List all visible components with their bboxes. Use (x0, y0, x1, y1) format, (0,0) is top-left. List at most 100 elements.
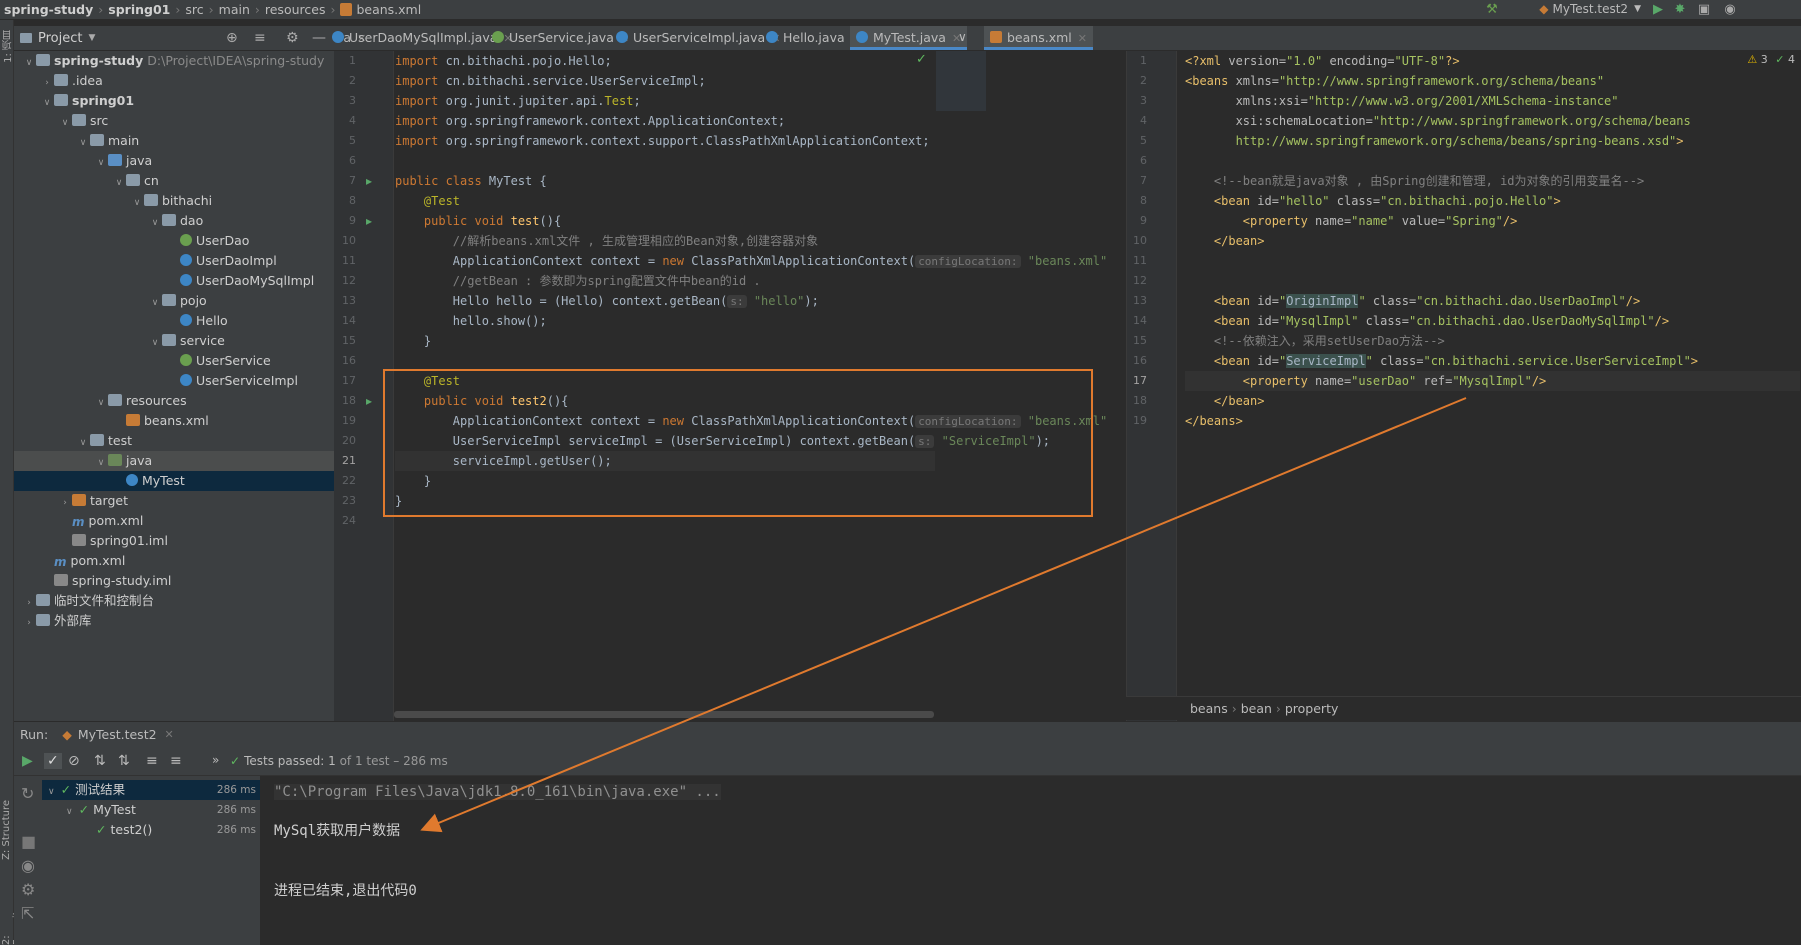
tree-item[interactable]: › 临时文件和控制台 (14, 591, 334, 611)
tree-item[interactable]: ∨ cn (14, 171, 334, 191)
tree-item[interactable]: ∨ dao (14, 211, 334, 231)
expand-icon[interactable]: ∨ (94, 453, 108, 473)
tab-mytest-java[interactable]: MyTest.java ✕ (850, 26, 968, 50)
profile-icon[interactable]: ◉ (1722, 2, 1738, 18)
tree-item[interactable]: ∨ spring01 (14, 91, 334, 111)
collapse-icon[interactable]: › (40, 73, 54, 93)
tree-item[interactable]: › 外部库 (14, 611, 334, 631)
sort-alpha-icon[interactable]: ⇅ (94, 753, 106, 769)
collapse-icon[interactable]: ≡ (254, 30, 266, 46)
run-gutter-icon[interactable]: ▸ (366, 391, 372, 411)
expand-icon[interactable]: ∨ (94, 153, 108, 173)
run-config-label: MyTest.test2 (1552, 2, 1629, 16)
breadcrumb-item[interactable]: beans.xml (356, 2, 421, 17)
hammer-icon[interactable]: ⚒ (1484, 2, 1500, 18)
structure-tool-label[interactable]: Z: Structure (1, 800, 12, 860)
expand-icon[interactable]: ∨ (148, 293, 162, 313)
expand-icon[interactable]: ∨ (22, 53, 36, 73)
tree-item[interactable]: ∨ java (14, 451, 334, 471)
expand-icon[interactable]: ∨ (48, 787, 55, 797)
expand-icon[interactable]: ∨ (94, 393, 108, 413)
expand-icon[interactable]: ∨ (112, 173, 126, 193)
tree-item[interactable]: UserServiceImpl (14, 371, 334, 391)
hide-icon[interactable]: — (312, 30, 326, 46)
tree-item[interactable]: spring01.iml (14, 531, 334, 551)
expand-icon[interactable]: ∨ (76, 433, 90, 453)
xml-breadcrumb-item[interactable]: property (1285, 701, 1339, 716)
tree-item[interactable]: UserDaoImpl (14, 251, 334, 271)
expand-icon[interactable]: ∨ (58, 113, 72, 133)
tab-beans-xml[interactable]: beans.xml ✕ (984, 26, 1093, 50)
coverage-icon[interactable]: ▣ (1696, 2, 1712, 18)
tree-item[interactable]: ∨ resources (14, 391, 334, 411)
tree-item[interactable]: ∨ main (14, 131, 334, 151)
exit-icon[interactable]: ⇱ (21, 904, 34, 923)
settings-icon[interactable]: ⚙ (21, 880, 35, 899)
tree-item[interactable]: m pom.xml (14, 511, 334, 531)
collapse-icon[interactable]: › (58, 493, 72, 513)
tree-item[interactable]: › target (14, 491, 334, 511)
breadcrumb-item[interactable]: src (185, 2, 203, 17)
tree-item[interactable]: Hello (14, 311, 334, 331)
tree-item[interactable]: beans.xml (14, 411, 334, 431)
tree-item[interactable]: › .idea (14, 71, 334, 91)
collapse-icon[interactable]: › (22, 593, 36, 613)
tree-item[interactable]: spring-study.iml (14, 571, 334, 591)
tree-item[interactable]: UserService (14, 351, 334, 371)
collapse-all-icon[interactable]: ≡ (170, 753, 182, 769)
breadcrumb-item[interactable]: spring-study (4, 2, 93, 17)
gear-icon[interactable]: ⚙ (286, 30, 299, 46)
xml-editor[interactable]: 1 2 3 4 5 6 7 8 9 10 11 12 13 14 15 16 17 18 19 <?xml vers… (1126, 51, 1801, 721)
collapse-icon[interactable]: › (22, 613, 36, 633)
expand-icon[interactable]: ∨ (66, 807, 73, 817)
test-result-item[interactable]: ✓ test2() 286 ms (42, 820, 260, 840)
camera-icon[interactable]: ◉ (21, 856, 35, 875)
tree-item[interactable]: ∨ spring-study D:\Project\IDEA\spring-stud… (14, 51, 334, 71)
sort-duration-icon[interactable]: ⇅ (118, 753, 130, 769)
tree-item[interactable]: UserDao (14, 231, 334, 251)
tabs-overflow-icon[interactable]: ∨ (958, 30, 967, 44)
xml-breadcrumb-item[interactable]: beans (1190, 701, 1228, 716)
debug-icon[interactable]: ✸ (1672, 2, 1688, 18)
expand-icon[interactable]: ∨ (76, 133, 90, 153)
restore-icon[interactable]: ↻ (21, 784, 34, 803)
tree-item[interactable]: ∨ bithachi (14, 191, 334, 211)
run-config-selector[interactable]: ◆ MyTest.test2 ▼ (1539, 2, 1641, 16)
inspection-status[interactable]: ⚠ 3 ✓ 4 (1747, 53, 1795, 66)
run-tab[interactable]: MyTest.test2 (78, 727, 157, 742)
breadcrumb-item[interactable]: spring01 (108, 2, 170, 17)
close-icon[interactable]: ✕ (165, 728, 174, 741)
tree-item[interactable]: ∨ java (14, 151, 334, 171)
xml-breadcrumb-item[interactable]: bean (1241, 701, 1272, 716)
rerun-icon[interactable]: ▶ (22, 753, 33, 769)
more-icon[interactable]: » (212, 753, 219, 767)
tree-item[interactable]: ∨ test (14, 431, 334, 451)
expand-icon[interactable]: ∨ (148, 213, 162, 233)
console-output[interactable]: "C:\Program Files\Java\jdk1.8.0_161\bin\… (260, 776, 1801, 945)
show-ignored-icon[interactable]: ⊘ (68, 753, 80, 769)
tree-item[interactable]: ∨ pojo (14, 291, 334, 311)
show-passed-icon[interactable]: ✓ (44, 753, 62, 769)
stop-icon[interactable]: ■ (21, 832, 36, 851)
expand-icon[interactable]: ∨ (130, 193, 144, 213)
chevron-down-icon[interactable]: ▼ (88, 33, 95, 43)
breadcrumb-item[interactable]: resources (265, 2, 326, 17)
horizontal-scrollbar[interactable] (394, 711, 934, 718)
tree-item[interactable]: MyTest (14, 471, 334, 491)
run-gutter-icon[interactable]: ▸ (366, 211, 372, 231)
run-gutter-icon[interactable]: ▸ (366, 171, 372, 191)
test-result-item[interactable]: ∨ ✓ 测试结果 286 ms (42, 780, 260, 800)
tree-item[interactable]: UserDaoMySqlImpl (14, 271, 334, 291)
project-panel-title[interactable]: Project (38, 31, 82, 46)
expand-icon[interactable]: ∨ (148, 333, 162, 353)
tree-item[interactable]: ∨ service (14, 331, 334, 351)
close-icon[interactable]: ✕ (1078, 32, 1087, 45)
tree-item[interactable]: m pom.xml (14, 551, 334, 571)
tree-item[interactable]: ∨ src (14, 111, 334, 131)
test-result-item[interactable]: ∨ ✓ MyTest 286 ms (42, 800, 260, 820)
expand-icon[interactable]: ∨ (40, 93, 54, 113)
run-icon[interactable]: ▶ (1650, 2, 1666, 18)
locate-icon[interactable]: ⊕ (226, 30, 238, 46)
breadcrumb-item[interactable]: main (219, 2, 250, 17)
expand-all-icon[interactable]: ≡ (146, 753, 158, 769)
